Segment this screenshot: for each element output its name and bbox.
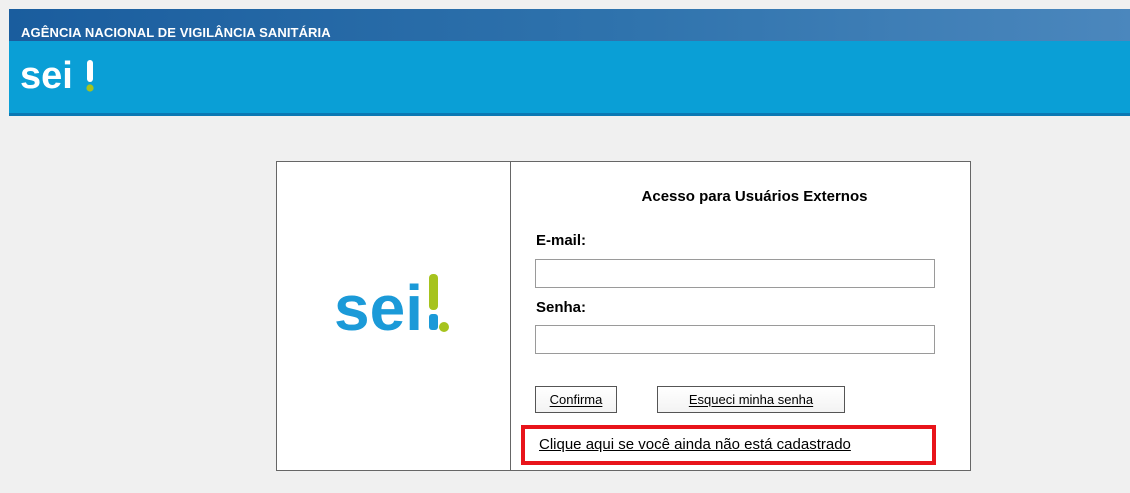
page: AGÊNCIA NACIONAL DE VIGILÂNCIA SANITÁRIA… bbox=[0, 0, 1130, 493]
sei-logo-stem bbox=[429, 314, 438, 330]
confirm-button[interactable]: Confirma bbox=[535, 386, 617, 413]
header-logo-text: sei bbox=[20, 56, 73, 96]
forgot-password-button[interactable]: Esqueci minha senha bbox=[657, 386, 845, 413]
email-label: E-mail: bbox=[536, 232, 587, 249]
email-field[interactable] bbox=[535, 259, 935, 288]
password-label: Senha: bbox=[536, 299, 587, 316]
login-form: Acesso para Usuários Externos E-mail: Se… bbox=[511, 162, 970, 470]
header-logo-dot bbox=[86, 84, 94, 92]
register-link[interactable]: Clique aqui se você ainda não está cadas… bbox=[539, 436, 851, 453]
header-bar: AGÊNCIA NACIONAL DE VIGILÂNCIA SANITÁRIA… bbox=[9, 9, 1130, 113]
agency-strip: AGÊNCIA NACIONAL DE VIGILÂNCIA SANITÁRIA bbox=[9, 9, 1130, 41]
sei-logo-dot bbox=[439, 322, 449, 332]
header-sei-logo[interactable]: sei bbox=[20, 55, 100, 101]
logo-panel: sei bbox=[277, 162, 511, 470]
header-logo-bar bbox=[87, 60, 93, 82]
form-title: Acesso para Usuários Externos bbox=[641, 188, 868, 205]
sei-logo: sei bbox=[334, 270, 454, 350]
sei-logo-bar bbox=[429, 274, 438, 310]
register-highlight-box: Clique aqui se você ainda não está cadas… bbox=[521, 425, 936, 465]
password-field[interactable] bbox=[535, 325, 935, 354]
agency-name: AGÊNCIA NACIONAL DE VIGILÂNCIA SANITÁRIA bbox=[21, 25, 331, 40]
sei-logo-text: sei bbox=[334, 272, 423, 344]
login-box: sei Acesso para Usuários Externos E-mail… bbox=[276, 161, 971, 471]
